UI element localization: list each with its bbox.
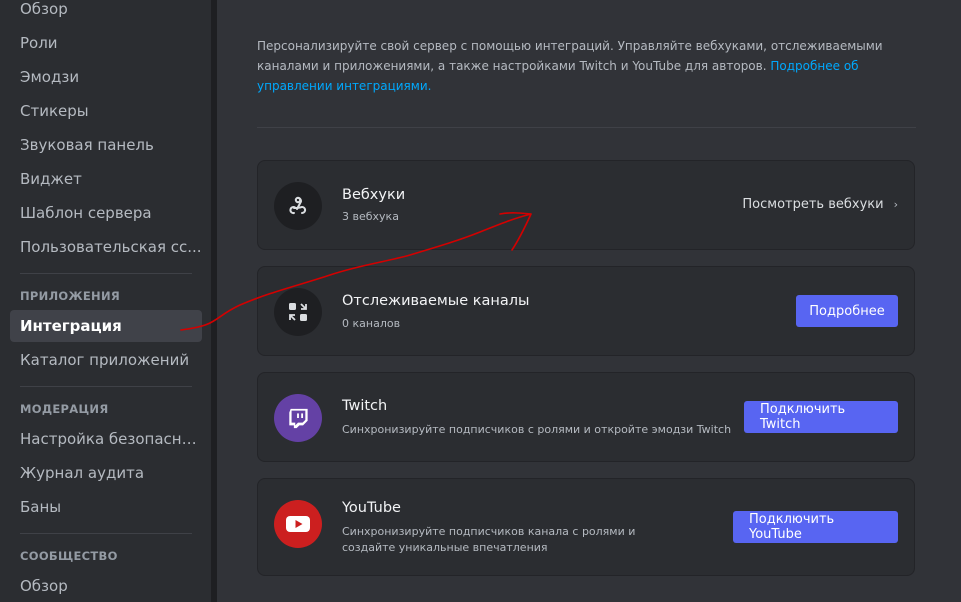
sidebar-section-apps: ПРИЛОЖЕНИЯ [20, 289, 121, 303]
view-webhooks-label: Посмотреть вебхуки [742, 197, 884, 212]
webhooks-title: Вебхуки [342, 187, 406, 203]
sidebar-item-soundboard[interactable]: Звуковая панель [10, 129, 202, 161]
followed-channels-count: 0 каналов [342, 317, 401, 330]
sidebar-item-widget[interactable]: Виджет [10, 163, 202, 195]
sidebar-item-stickers[interactable]: Стикеры [10, 95, 202, 127]
webhooks-card[interactable]: Вебхуки 3 вебхука Посмотреть вебхуки › [257, 160, 915, 250]
sidebar-divider [20, 273, 192, 274]
sidebar-divider [20, 386, 192, 387]
settings-sidebar: Обзор Роли Эмодзи Стикеры Звуковая панел… [0, 0, 211, 602]
intro-text: Персонализируйте свой сервер с помощью и… [257, 36, 917, 96]
sidebar-item-roles[interactable]: Роли [10, 27, 202, 59]
followed-channels-card: Отслеживаемые каналы 0 каналов Подробнее [257, 266, 915, 356]
youtube-description: Синхронизируйте подписчиков канала с рол… [342, 525, 636, 554]
sidebar-item-bans[interactable]: Баны [10, 491, 202, 523]
sidebar-item-custom-link[interactable]: Пользовательская сс... [10, 231, 202, 263]
webhooks-count: 3 вебхука [342, 210, 399, 223]
youtube-icon [274, 500, 322, 548]
sidebar-item-overview[interactable]: Обзор [10, 0, 202, 25]
learn-more-button[interactable]: Подробнее [796, 295, 898, 327]
sidebar-item-server-template[interactable]: Шаблон сервера [10, 197, 202, 229]
twitch-description: Синхронизируйте подписчиков с ролями и о… [342, 423, 732, 436]
twitch-title: Twitch [342, 398, 388, 414]
sidebar-item-community-overview[interactable]: Обзор [10, 570, 202, 602]
sidebar-item-emoji[interactable]: Эмодзи [10, 61, 202, 93]
sidebar-scrollbar[interactable] [211, 0, 217, 602]
sidebar-section-moderation: МОДЕРАЦИЯ [20, 402, 109, 416]
sidebar-section-community: СООБЩЕСТВО [20, 549, 118, 563]
webhook-icon [274, 182, 322, 230]
sidebar-divider [20, 533, 192, 534]
main-divider [257, 127, 916, 128]
view-webhooks-link[interactable]: Посмотреть вебхуки › [742, 197, 898, 212]
twitch-card: Twitch Синхронизируйте подписчиков с рол… [257, 372, 915, 462]
followed-channels-title: Отслеживаемые каналы [342, 293, 530, 309]
followed-channels-icon [274, 288, 322, 336]
twitch-icon [274, 394, 322, 442]
youtube-card: YouTube Синхронизируйте подписчиков кана… [257, 478, 915, 576]
sidebar-item-integrations[interactable]: Интеграция [10, 310, 202, 342]
sidebar-item-app-directory[interactable]: Каталог приложений [10, 344, 202, 376]
connect-youtube-button[interactable]: Подключить YouTube [733, 511, 898, 543]
connect-twitch-button[interactable]: Подключить Twitch [744, 401, 898, 433]
chevron-right-icon: › [893, 198, 898, 211]
sidebar-item-audit-log[interactable]: Журнал аудита [10, 457, 202, 489]
sidebar-item-safety-setup[interactable]: Настройка безопасно... [10, 423, 202, 455]
youtube-title: YouTube [342, 500, 401, 516]
